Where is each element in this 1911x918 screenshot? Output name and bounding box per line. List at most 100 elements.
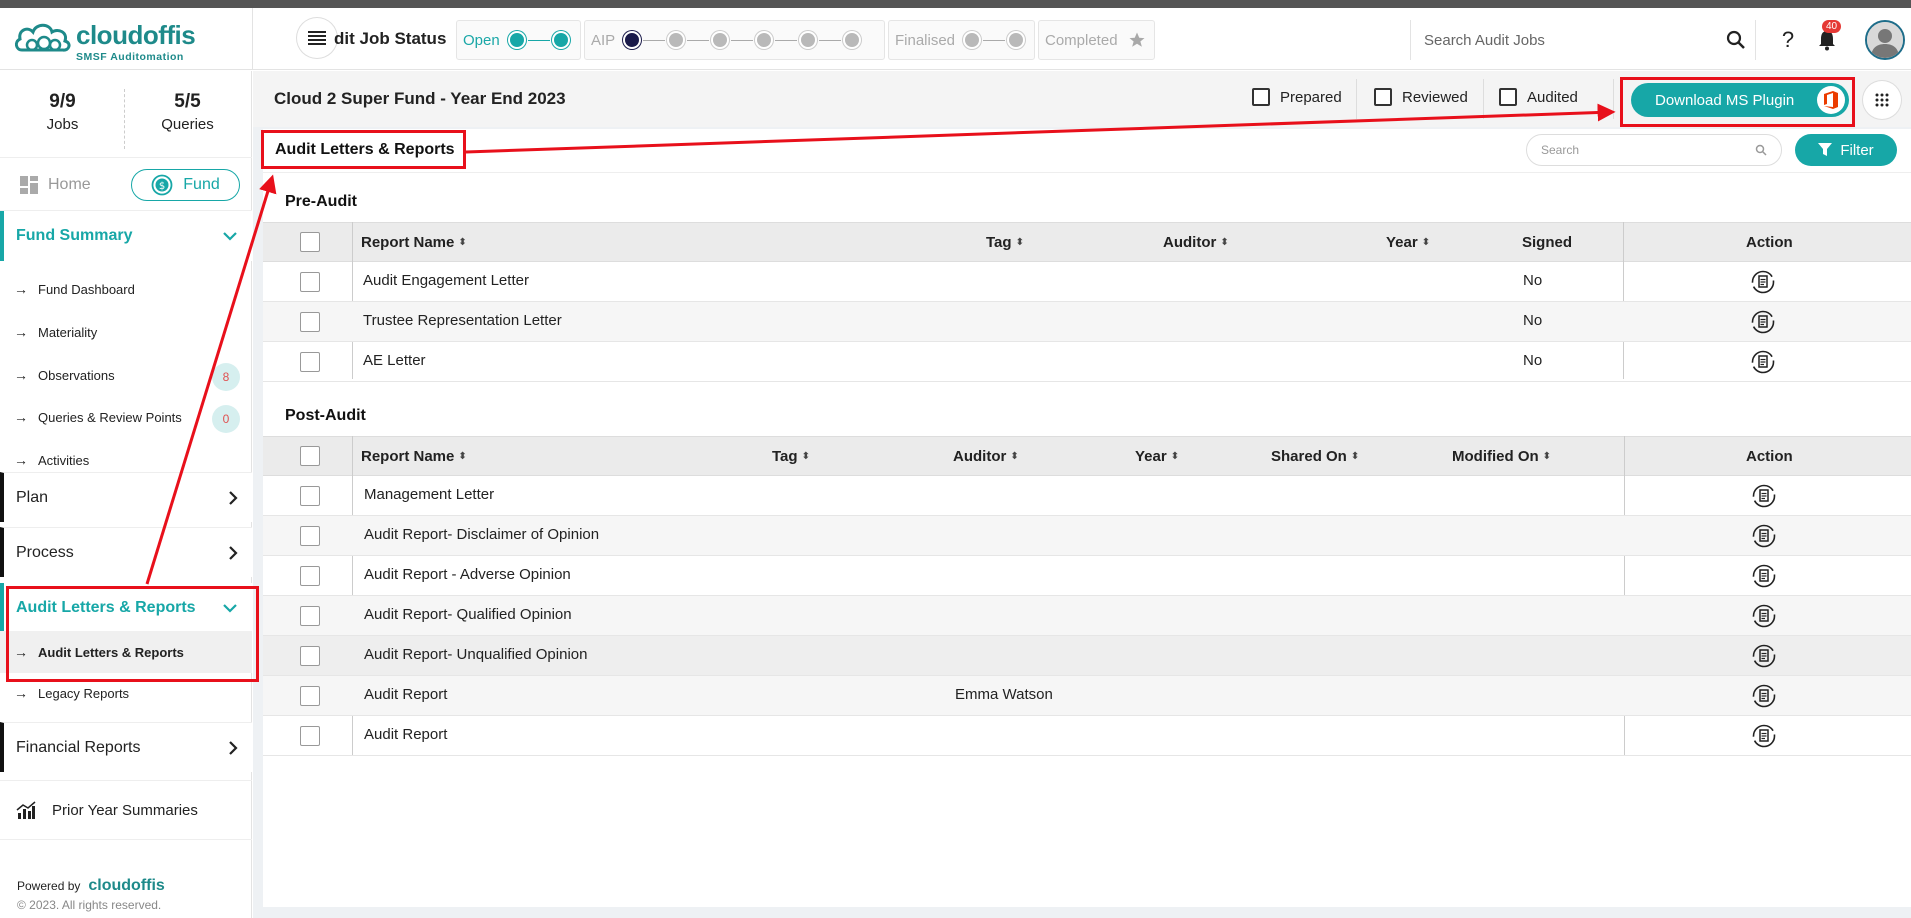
document-action-icon[interactable] — [1751, 603, 1777, 629]
report-name: Audit Report- Disclaimer of Opinion — [364, 526, 600, 543]
hamburger-menu-button[interactable] — [297, 18, 337, 58]
search-icon[interactable] — [1755, 144, 1767, 156]
sidebar-section-plan[interactable]: Plan — [0, 472, 252, 522]
select-all-checkbox[interactable] — [300, 232, 320, 252]
select-all-checkbox[interactable] — [300, 446, 320, 466]
help-icon[interactable]: ? — [1776, 27, 1800, 52]
table-row[interactable]: Audit Report Emma Watson — [263, 676, 1911, 716]
document-action-icon[interactable] — [1751, 723, 1777, 749]
document-action-icon[interactable] — [1751, 523, 1777, 549]
user-avatar-icon — [1867, 22, 1903, 58]
row-checkbox[interactable] — [300, 486, 320, 506]
report-name: Audit Report — [364, 686, 448, 703]
sidebar-section-fund-summary[interactable]: Fund Summary — [0, 211, 252, 261]
sidebar-item-prior-year-summaries[interactable]: Prior Year Summaries — [0, 780, 252, 840]
report-name: Audit Engagement Letter — [363, 272, 529, 289]
fund-toggle-button[interactable]: $ Fund — [131, 169, 240, 201]
stage-aip[interactable]: AIP — [584, 20, 885, 60]
pre-audit-title: Pre-Audit — [285, 193, 357, 210]
bar-chart-icon — [16, 801, 36, 819]
row-checkbox[interactable] — [300, 272, 320, 292]
sidebar-item-fund-dashboard[interactable]: → Fund Dashboard — [0, 268, 252, 310]
document-action-icon[interactable] — [1750, 309, 1776, 335]
cloud-logo-icon — [14, 23, 71, 52]
sort-icon: ⬍ — [1350, 450, 1360, 462]
counts-panel: 9/9 Jobs 5/5 Queries — [0, 81, 252, 151]
cloudoffis-logo[interactable]: cloudoffis SMSF Auditomation — [14, 18, 244, 64]
post-audit-title: Post-Audit — [285, 407, 366, 424]
chevron-right-icon — [229, 490, 238, 505]
stage-finalised[interactable]: Finalised — [888, 20, 1035, 60]
table-row[interactable]: Audit Report- Unqualified Opinion — [263, 636, 1911, 676]
audited-checkbox[interactable]: Audited — [1499, 88, 1578, 106]
jobs-count[interactable]: 9/9 Jobs — [0, 91, 125, 133]
row-checkbox[interactable] — [300, 686, 320, 706]
user-avatar[interactable] — [1865, 20, 1905, 60]
table-row[interactable]: Audit Report — [263, 716, 1911, 756]
col-auditor[interactable]: Auditor ⬍ — [1163, 234, 1229, 251]
logo-tagline: SMSF Auditomation — [76, 51, 184, 63]
table-row[interactable]: AE Letter No — [263, 342, 1911, 382]
document-action-icon[interactable] — [1750, 349, 1776, 375]
col-modified-on[interactable]: Modified On ⬍ — [1452, 448, 1551, 465]
sidebar-item-observations[interactable]: → Observations 8 — [0, 354, 252, 396]
sidebar-item-queries-review-points[interactable]: → Queries & Review Points 0 — [0, 396, 252, 438]
queries-count[interactable]: 5/5 Queries — [125, 91, 250, 133]
sidebar-section-process[interactable]: Process — [0, 527, 252, 577]
document-action-icon[interactable] — [1751, 683, 1777, 709]
table-row[interactable]: Audit Report- Disclaimer of Opinion — [263, 516, 1911, 556]
stage-label: AIP — [591, 31, 616, 49]
row-checkbox[interactable] — [300, 566, 320, 586]
sidebar-section-financial-reports[interactable]: Financial Reports — [0, 722, 252, 772]
annotation-box-panel-title — [261, 130, 466, 169]
apps-grid-button[interactable] — [1863, 81, 1901, 119]
star-icon — [1129, 32, 1145, 47]
table-row[interactable]: Audit Engagement Letter No — [263, 262, 1911, 302]
table-row[interactable]: Audit Report- Qualified Opinion — [263, 596, 1911, 636]
row-checkbox[interactable] — [300, 312, 320, 332]
report-name: AE Letter — [363, 352, 426, 369]
row-checkbox[interactable] — [300, 606, 320, 626]
filter-button[interactable]: Filter — [1795, 134, 1897, 166]
row-checkbox[interactable] — [300, 726, 320, 746]
table-row[interactable]: Audit Report - Adverse Opinion — [263, 556, 1911, 596]
stage-label: Finalised — [895, 31, 956, 49]
stage-completed[interactable]: Completed — [1038, 20, 1155, 60]
document-action-icon[interactable] — [1751, 643, 1777, 669]
col-year[interactable]: Year ⬍ — [1135, 448, 1179, 465]
pre-audit-table: Report Name ⬍ Tag ⬍ Auditor ⬍ Year ⬍ Signed … — [263, 222, 1911, 382]
col-tag[interactable]: Tag ⬍ — [986, 234, 1024, 251]
sort-icon: ⬍ — [801, 450, 810, 462]
row-checkbox[interactable] — [300, 526, 320, 546]
col-shared-on[interactable]: Shared On ⬍ — [1271, 448, 1359, 465]
arrow-right-icon: → — [14, 367, 28, 383]
document-action-icon[interactable] — [1751, 483, 1777, 509]
row-checkbox[interactable] — [300, 352, 320, 372]
panel-search-input[interactable] — [1541, 143, 1741, 157]
sort-icon: ⬍ — [1170, 450, 1180, 462]
cloudoffis-small-logo: cloudoffis — [88, 877, 165, 894]
reviewed-checkbox[interactable]: Reviewed — [1374, 88, 1468, 106]
dashboard-grid-icon — [20, 176, 38, 194]
home-link[interactable]: Home — [20, 176, 91, 194]
document-action-icon[interactable] — [1751, 563, 1777, 589]
col-year[interactable]: Year ⬍ — [1386, 234, 1430, 251]
col-report-name[interactable]: Report Name ⬍ — [361, 234, 467, 251]
col-tag[interactable]: Tag ⬍ — [772, 448, 810, 465]
report-name: Audit Report- Unqualified Opinion — [364, 646, 588, 663]
table-row[interactable]: Trustee Representation Letter No — [263, 302, 1911, 342]
document-action-icon[interactable] — [1750, 269, 1776, 295]
arrow-right-icon: → — [14, 452, 28, 468]
col-auditor[interactable]: Auditor ⬍ — [953, 448, 1019, 465]
search-audit-jobs-input[interactable] — [1424, 32, 1724, 49]
chevron-down-icon — [223, 232, 237, 241]
sidebar-item-materiality[interactable]: → Materiality — [0, 311, 252, 353]
prepared-checkbox[interactable]: Prepared — [1252, 88, 1342, 106]
row-checkbox[interactable] — [300, 646, 320, 666]
search-icon[interactable] — [1724, 28, 1748, 52]
table-row[interactable]: Management Letter — [263, 476, 1911, 516]
stage-open[interactable]: Open — [456, 20, 581, 60]
apps-grid-icon — [1875, 93, 1889, 107]
sort-icon: ⬍ — [458, 450, 467, 462]
col-report-name[interactable]: Report Name ⬍ — [361, 448, 467, 465]
